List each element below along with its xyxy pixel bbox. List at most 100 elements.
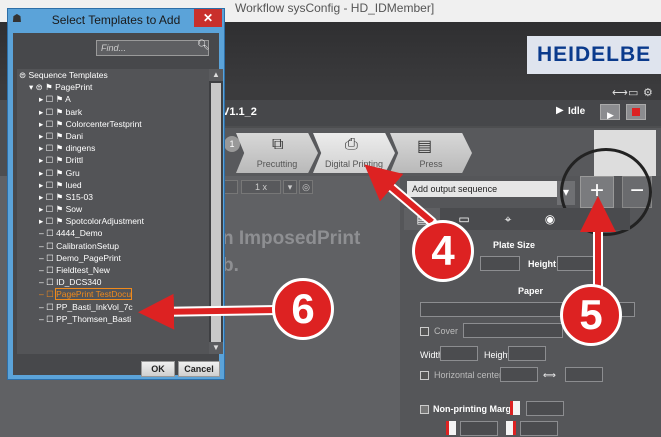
horizontal-center-input[interactable] [500,367,538,382]
stop-icon [632,108,640,116]
tree-item[interactable]: – ☐ 4444_Demo [17,227,209,239]
output-sequence-select[interactable]: Add output sequence [407,181,557,197]
layout-icon[interactable]: ⟷ [612,86,628,99]
plate-width-input[interactable] [480,256,520,271]
tree-item-label: PagePrint [55,82,93,93]
template-tree[interactable]: ⊜ Sequence Templates ▾ ⊜ ⚑ PagePrint ▸ ☐ ⚑… [17,69,209,354]
margin-top-input[interactable] [526,401,564,416]
search-icon[interactable]: 🔍︎ [197,40,210,51]
tree-item[interactable]: – ☐ PP_Thomsen_Basti [17,313,209,325]
tree-item[interactable]: ▸ ☐ ⚑ SpotcolorAdjustment [17,215,209,227]
stop-button[interactable] [626,104,646,120]
margin-expand-toggle[interactable] [420,405,429,414]
height2-label: Height [484,350,511,360]
template-icon: – ☐ [39,265,57,275]
crosshair-icon: ⌖ [504,212,512,226]
plate-size-label: Plate Size [493,240,536,250]
tree-item-label: Gru [65,167,80,178]
tree-item[interactable]: – ☐ ID_DCS340 [17,276,209,288]
find-input[interactable]: Find... [96,40,209,56]
tree-item[interactable]: ▸ ☐ ⚑ Sow [17,203,209,215]
zoom-select[interactable]: 1 x [241,180,281,194]
subfolder-icon: ▸ ☐ ⚑ [39,130,66,141]
template-icon: – ☐ [39,289,57,300]
offset-input[interactable] [565,367,603,382]
cover-label: Cover [434,326,459,336]
tab-marks[interactable]: ⌖ [490,208,526,230]
tree-item-label: S15-03 [65,191,94,202]
step-label: Precutting [256,159,298,169]
tree-item-label: lued [65,179,82,190]
subfolder-icon: ▸ ☐ ⚑ [39,179,66,190]
scroll-down-button[interactable]: ▼ [209,342,223,354]
offset-icon: ⟺ [543,370,556,380]
panel-icon[interactable]: ▭ [628,86,638,99]
horizontal-center-label: Horizontal center [434,370,503,380]
paper-label: Paper [518,286,544,296]
tree-item[interactable]: ▸ ☐ ⚑ Dani [17,130,209,142]
tree-item[interactable]: – ☐ Demo_PagePrint [17,252,209,264]
status-label: Idle [568,106,586,117]
zoom-dropdown-button[interactable]: ▾ [283,180,297,194]
ok-button[interactable]: OK [141,361,175,377]
plate-height-input[interactable] [557,256,597,271]
tree-item[interactable]: ▸ ☐ ⚑ lued [17,179,209,191]
margin-left-input[interactable] [460,421,498,436]
template-icon: – ☐ [39,277,57,288]
margin-right-input[interactable] [520,421,558,436]
tree-item-label: 4444_Demo [56,228,103,239]
press-icon: ▤ [417,138,433,155]
subfolder-icon: ▸ ☐ ⚑ [39,94,66,105]
job-name: V1.1_2 [222,106,257,118]
tree-item[interactable]: – ☐ PagePrint TestDocu [17,288,209,301]
height2-input[interactable] [508,346,546,361]
cancel-button[interactable]: Cancel [178,361,220,377]
select-templates-dialog: ☗ Select Templates to Add ✕ Find... 🔍︎ ⊜… [7,8,225,380]
zoom-fit-button[interactable] [224,180,238,194]
zoom-reset-button[interactable]: ◎ [299,180,313,194]
height-label: Height [528,259,556,269]
close-button[interactable]: ✕ [194,9,222,27]
margin-right-icon [506,421,516,435]
template-icon: – ☐ [39,240,57,251]
job-header [220,100,661,126]
play-icon: ▶ [556,105,564,116]
step-label: Digital Printing [324,159,384,169]
tree-item[interactable]: – ☐ Fieldtest_New [17,264,209,276]
tree-root[interactable]: ⊜ Sequence Templates [17,69,209,81]
tree-item[interactable]: ▸ ☐ ⚑ dingens [17,142,209,154]
scroll-up-button[interactable]: ▲ [209,69,223,81]
tree-item[interactable]: ▸ ☐ ⚑ Gru [17,167,209,179]
step-badge: 1 [224,136,240,152]
settings-icon[interactable]: ⚙ [643,86,653,99]
callout-6: 6 [272,278,334,340]
tree-item[interactable]: – ☐ CalibrationSetup [17,240,209,252]
tree-item-label: bark [65,106,83,117]
tree-item[interactable]: ▸ ☐ ⚑ A [17,93,209,105]
start-button[interactable]: ▶ [600,104,620,120]
margin-left-icon [446,421,456,435]
scroll-thumb[interactable] [211,83,221,348]
margin-top-icon [510,401,520,415]
tree-item[interactable]: ▸ ☐ ⚑ bark [17,106,209,118]
tab-color[interactable]: ◉ [532,208,568,230]
tree-folder[interactable]: ▾ ⊜ ⚑ PagePrint [17,81,209,93]
tree-item-label: PP_Thomsen_Basti [56,313,132,324]
tree-item-label: Sow [65,204,83,215]
tree-item[interactable]: – ☐ PP_Basti_InkVol_7c [17,301,209,313]
precutting-icon: ⧉ [272,136,284,153]
width-input[interactable] [440,346,478,361]
tree-item-label: ColorcenterTestprint [65,118,142,129]
subfolder-icon: ▸ ☐ ⚑ [39,191,66,202]
tree-item[interactable]: ▸ ☐ ⚑ Drittl [17,154,209,166]
tree-item-label: Drittl [65,155,84,166]
tree-item-label: ID_DCS340 [56,277,102,288]
tree-item[interactable]: ▸ ☐ ⚑ ColorcenterTestprint [17,118,209,130]
tree-item[interactable]: ▸ ☐ ⚑ S15-03 [17,191,209,203]
callout-4: 4 [412,220,474,282]
tree-item-label: Sequence Templates [28,70,108,80]
cover-input[interactable] [463,323,563,338]
cover-checkbox[interactable] [420,327,429,336]
folder-icon: ▾ ⊜ ⚑ [29,82,56,93]
horizontal-center-checkbox[interactable] [420,371,429,380]
